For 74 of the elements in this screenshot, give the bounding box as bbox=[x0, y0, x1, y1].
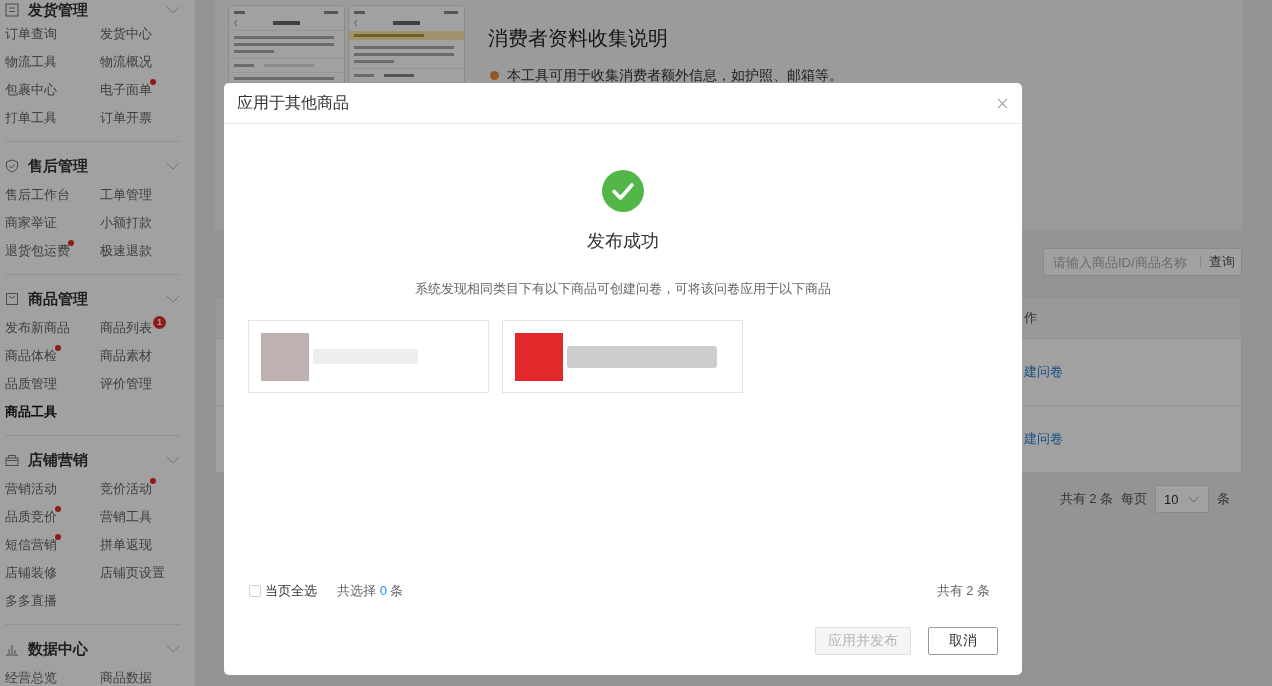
menu-item[interactable]: 商品列表 bbox=[100, 319, 152, 337]
status-title: 发布成功 bbox=[587, 230, 659, 253]
menu-item[interactable]: 品质竞价 bbox=[5, 508, 57, 526]
intro-title: 消费者资料收集说明 bbox=[488, 26, 669, 51]
dialog-message: 系统发现相同类目下有以下商品可创建问卷，可将该问卷应用于以下商品 bbox=[415, 280, 831, 298]
briefcase-icon bbox=[5, 453, 19, 467]
menu-item[interactable]: 物流工具 bbox=[5, 53, 57, 71]
selection-count: 共选择 0 条 bbox=[337, 582, 404, 600]
menu-item[interactable]: 商品工具 bbox=[5, 403, 57, 421]
total-count: 共有 2 条 bbox=[1059, 490, 1113, 508]
chevron-down-icon bbox=[1188, 495, 1200, 503]
close-icon[interactable] bbox=[997, 97, 1008, 109]
menu-item[interactable]: 经营总览 bbox=[5, 669, 57, 686]
menu-item[interactable]: 多多直播 bbox=[5, 592, 57, 610]
product-card[interactable] bbox=[502, 320, 743, 393]
chevron-down-icon[interactable] bbox=[166, 295, 180, 303]
create-survey-link[interactable]: 建问卷 bbox=[1024, 363, 1063, 381]
intro-bullet-text: 本工具可用于收集消费者额外信息，如护照、邮箱等。 bbox=[507, 66, 843, 85]
per-page-label: 每页 bbox=[1121, 490, 1147, 508]
section-header[interactable]: 售后管理 bbox=[5, 156, 88, 176]
count-badge: 1 bbox=[153, 316, 166, 329]
checkbox[interactable] bbox=[249, 585, 261, 597]
menu-item[interactable]: 营销工具 bbox=[100, 508, 152, 526]
menu-item[interactable]: 售后工作台 bbox=[5, 186, 70, 204]
menu-item[interactable]: 订单开票 bbox=[100, 109, 152, 127]
menu-item[interactable]: 打单工具 bbox=[5, 109, 57, 127]
total-count: 共有 2 条 bbox=[936, 582, 990, 600]
unit-label: 条 bbox=[1217, 490, 1230, 508]
chevron-down-icon[interactable] bbox=[166, 162, 180, 170]
menu-item[interactable]: 发布新商品 bbox=[5, 319, 70, 337]
photo-placeholder bbox=[261, 332, 309, 381]
bar-chart-icon bbox=[5, 642, 19, 656]
dialog-title: 应用于其他商品 bbox=[237, 92, 349, 113]
menu-item[interactable]: 发货中心 bbox=[100, 25, 152, 43]
menu-item[interactable]: 店铺装修 bbox=[5, 564, 57, 582]
menu-item[interactable]: 短信营销 bbox=[5, 536, 57, 554]
menu-item[interactable]: 小额打款 bbox=[100, 214, 152, 232]
menu-item[interactable]: 商品体检 bbox=[5, 347, 57, 365]
success-check-icon bbox=[602, 170, 644, 212]
menu-item[interactable]: 评价管理 bbox=[100, 375, 152, 393]
select-all-label[interactable]: 当页全选 bbox=[265, 582, 317, 600]
list-icon bbox=[5, 3, 19, 17]
create-survey-link[interactable]: 建问卷 bbox=[1024, 430, 1063, 448]
search-button[interactable]: 查询 bbox=[1201, 253, 1235, 271]
menu-item[interactable]: 退货包运费 bbox=[5, 242, 70, 260]
column-header: 作 bbox=[1024, 309, 1037, 327]
photo-placeholder bbox=[515, 332, 563, 381]
chevron-down-icon[interactable] bbox=[166, 645, 180, 653]
section-header[interactable]: 发货管理 bbox=[5, 0, 88, 20]
menu-item[interactable]: 商家举证 bbox=[5, 214, 57, 232]
menu-item[interactable]: 竞价活动 bbox=[100, 480, 152, 498]
menu-item[interactable]: 工单管理 bbox=[100, 186, 152, 204]
section-header[interactable]: 商品管理 bbox=[5, 289, 88, 309]
menu-item[interactable]: 物流概况 bbox=[100, 53, 152, 71]
menu-item[interactable]: 营销活动 bbox=[5, 480, 57, 498]
section-header[interactable]: 店铺营销 bbox=[5, 450, 88, 470]
menu-item[interactable]: 品质管理 bbox=[5, 375, 57, 393]
chevron-down-icon[interactable] bbox=[166, 6, 180, 14]
chevron-down-icon[interactable] bbox=[166, 456, 180, 464]
menu-item[interactable]: 拼单返现 bbox=[100, 536, 152, 554]
menu-item[interactable]: 商品数据 bbox=[100, 669, 152, 686]
menu-item[interactable]: 包裹中心 bbox=[5, 81, 57, 99]
bullet-dot-icon bbox=[490, 70, 499, 80]
menu-item[interactable]: 订单查询 bbox=[5, 25, 57, 43]
menu-item[interactable]: 店铺页设置 bbox=[100, 564, 165, 582]
product-card[interactable] bbox=[248, 320, 489, 393]
bag-icon bbox=[5, 292, 19, 306]
section-header[interactable]: 数据中心 bbox=[5, 639, 88, 659]
page-size-select[interactable]: 10 bbox=[1155, 485, 1209, 513]
menu-item[interactable]: 电子面单 bbox=[100, 81, 152, 99]
menu-item[interactable]: 极速退款 bbox=[100, 242, 152, 260]
menu-item[interactable]: 商品素材 bbox=[100, 347, 152, 365]
cancel-button[interactable]: 取消 bbox=[928, 627, 998, 655]
shield-check-icon bbox=[5, 159, 19, 173]
